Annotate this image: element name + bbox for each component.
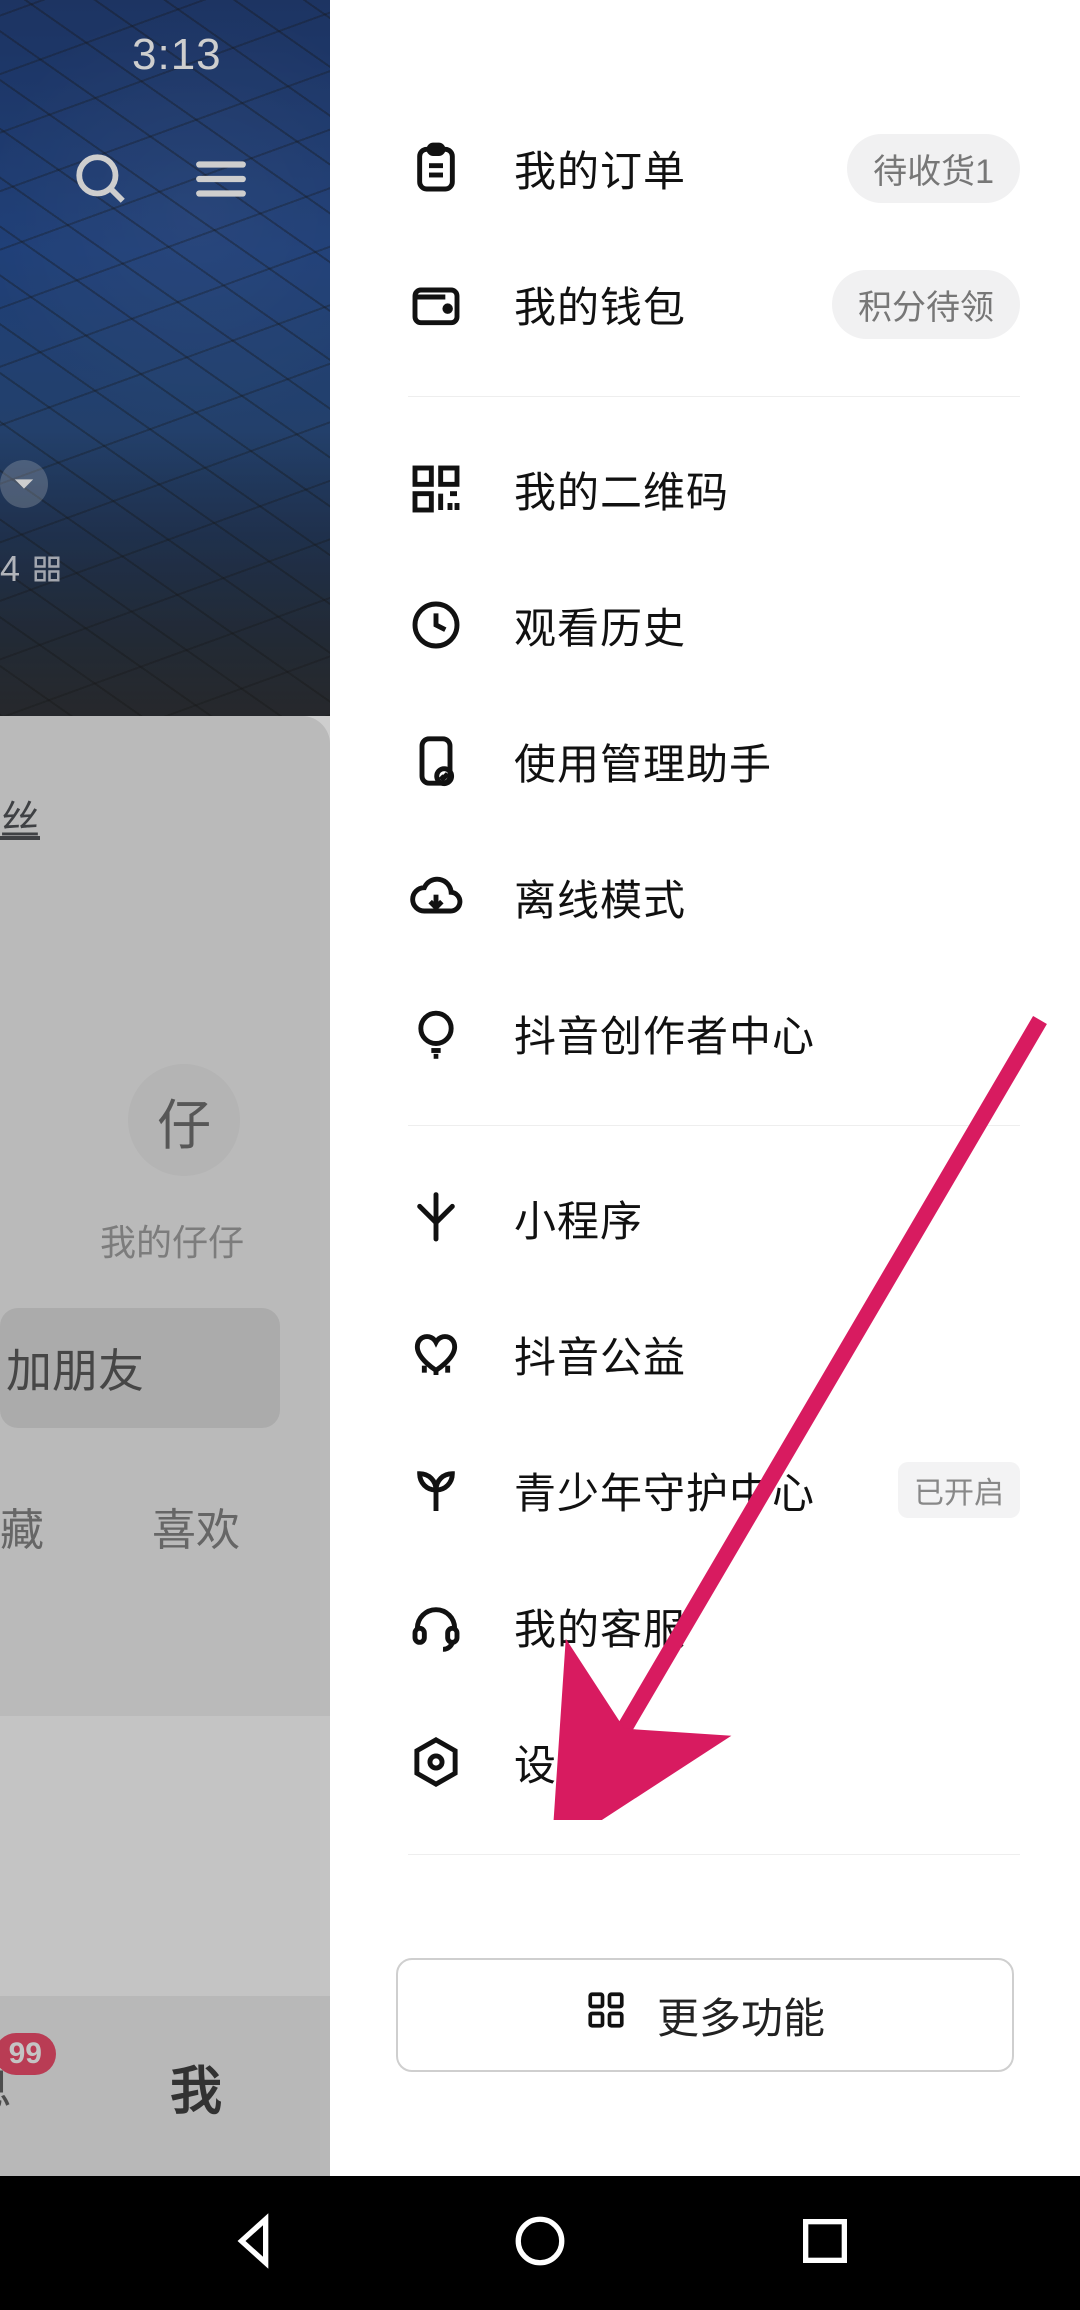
spark-icon	[408, 1190, 464, 1246]
menu-usage-assistant[interactable]: 使用管理助手	[330, 693, 1080, 829]
menu-customer-service-label: 我的客服	[514, 1596, 1020, 1657]
nav-messages-badge: 99	[0, 2033, 56, 2075]
clock-icon	[408, 597, 464, 653]
menu-mini-programs-label: 小程序	[514, 1188, 1020, 1249]
menu-charity[interactable]: 抖音公益	[330, 1286, 1080, 1422]
system-home-button[interactable]	[511, 2212, 569, 2275]
status-bar-time: 3:13	[132, 30, 222, 80]
heart-hands-icon	[408, 1326, 464, 1382]
menu-my-wallet-label: 我的钱包	[514, 274, 832, 335]
menu-watch-history-label: 观看历史	[514, 595, 1020, 656]
wallet-icon	[408, 276, 464, 332]
youth-enabled-tag: 已开启	[898, 1462, 1020, 1518]
profile-switch-dropdown[interactable]	[0, 460, 48, 508]
profile-meta: 4	[0, 548, 62, 590]
menu-youth-protection-label: 青少年守护中心	[514, 1460, 880, 1521]
profile-meta-number: 4	[0, 548, 20, 590]
profile-underlay: 3:13 4 丝 仔 我的仔仔 加朋友 藏 喜欢	[0, 0, 330, 2176]
menu-charity-label: 抖音公益	[514, 1324, 1020, 1385]
menu-settings-label: 设置	[514, 1732, 1020, 1793]
orders-badge: 待收货1	[847, 134, 1020, 203]
menu-settings[interactable]: 设置	[330, 1694, 1080, 1830]
more-features-button[interactable]: 更多功能	[396, 1958, 1014, 2072]
menu-my-wallet[interactable]: 我的钱包 积分待领	[330, 236, 1080, 372]
menu-offline-mode[interactable]: 离线模式	[330, 829, 1080, 965]
divider	[408, 1125, 1020, 1126]
search-icon[interactable]	[72, 150, 130, 213]
tab-likes[interactable]: 喜欢	[152, 1494, 240, 1558]
menu-mini-programs[interactable]: 小程序	[330, 1150, 1080, 1286]
divider	[408, 1854, 1020, 1855]
wallet-badge: 积分待领	[832, 270, 1020, 339]
menu-my-orders-label: 我的订单	[514, 138, 847, 199]
headset-icon	[408, 1598, 464, 1654]
divider	[408, 396, 1020, 397]
menu-watch-history[interactable]: 观看历史	[330, 557, 1080, 693]
more-features-label: 更多功能	[657, 1985, 825, 2046]
menu-offline-mode-label: 离线模式	[514, 867, 1020, 928]
profile-hero-image	[0, 0, 330, 716]
phone-check-icon	[408, 733, 464, 789]
clipboard-icon	[408, 140, 464, 196]
menu-my-qrcode-label: 我的二维码	[514, 459, 1020, 520]
nav-me[interactable]: 我	[170, 2049, 222, 2124]
menu-creator-center-label: 抖音创作者中心	[514, 1003, 1020, 1064]
menu-usage-assistant-label: 使用管理助手	[514, 731, 1020, 792]
pet-avatar-label: 我的仔仔	[100, 1214, 244, 1266]
menu-creator-center[interactable]: 抖音创作者中心	[330, 965, 1080, 1101]
nav-messages[interactable]: 息 99	[0, 2053, 12, 2119]
menu-icon[interactable]	[192, 150, 250, 213]
grid-icon	[585, 1989, 627, 2041]
sprout-icon	[408, 1462, 464, 1518]
qrcode-icon	[408, 461, 464, 517]
tab-favorites[interactable]: 藏	[0, 1494, 44, 1558]
menu-youth-protection[interactable]: 青少年守护中心 已开启	[330, 1422, 1080, 1558]
cloud-download-icon	[408, 869, 464, 925]
pet-avatar[interactable]: 仔	[128, 1064, 240, 1176]
menu-my-qrcode[interactable]: 我的二维码	[330, 421, 1080, 557]
add-friend-button[interactable]: 加朋友	[0, 1308, 280, 1428]
fans-count-link[interactable]: 丝	[0, 788, 40, 846]
system-recents-button[interactable]	[796, 2212, 854, 2275]
menu-my-orders[interactable]: 我的订单 待收货1	[330, 100, 1080, 236]
menu-customer-service[interactable]: 我的客服	[330, 1558, 1080, 1694]
side-drawer: 我的订单 待收货1 我的钱包 积分待领 我的二维码 观看历史	[330, 0, 1080, 2176]
lightbulb-icon	[408, 1005, 464, 1061]
system-navigation-bar	[0, 2176, 1080, 2310]
profile-tabs: 藏 喜欢	[0, 1494, 240, 1558]
bottom-nav: 息 99 我	[0, 1996, 330, 2176]
settings-icon	[408, 1734, 464, 1790]
system-back-button[interactable]	[227, 2212, 285, 2275]
